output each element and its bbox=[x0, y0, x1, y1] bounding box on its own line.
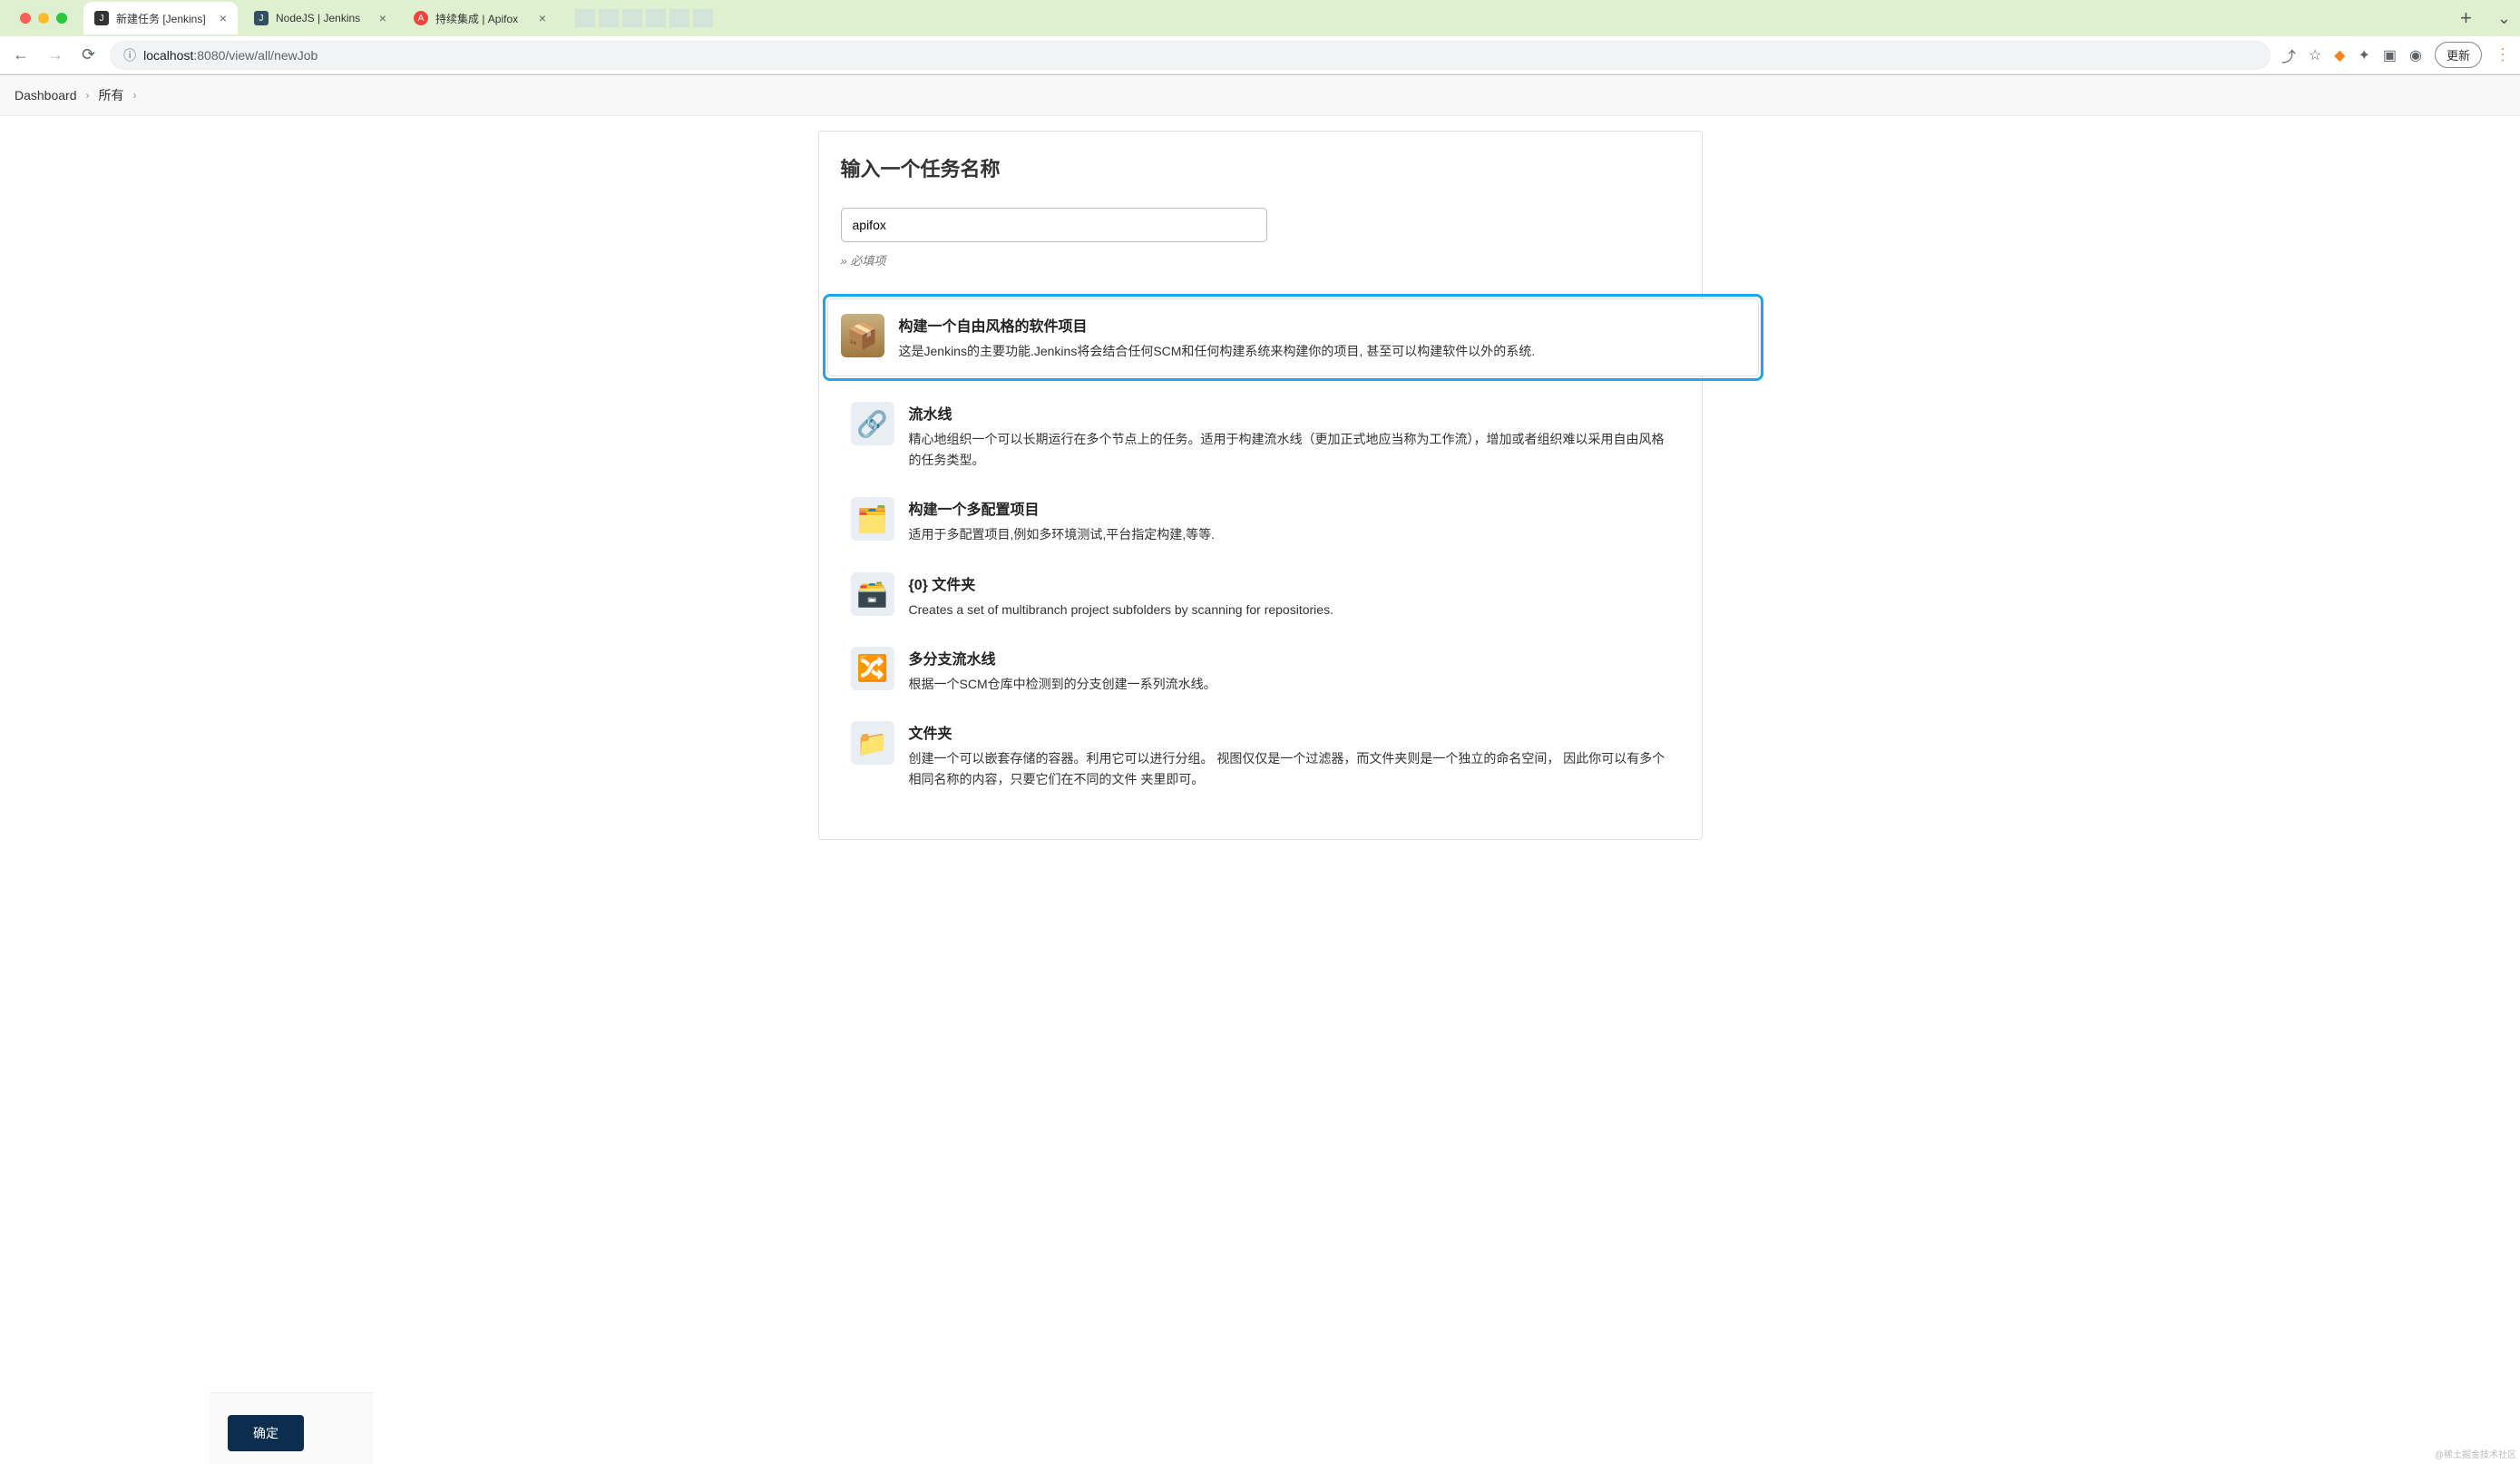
extensions-icon[interactable]: ✦ bbox=[2358, 46, 2369, 64]
watermark: @稀土掘金技术社区 bbox=[2435, 1447, 2516, 1460]
breadcrumb: Dashboard › 所有 › bbox=[0, 75, 2520, 116]
url-text: localhost:8080/view/all/newJob bbox=[143, 48, 317, 63]
side-panel-icon[interactable]: ▣ bbox=[2383, 46, 2397, 64]
forward-button[interactable]: → bbox=[44, 42, 67, 68]
address-bar[interactable]: ⓘ localhost:8080/view/all/newJob bbox=[110, 41, 2271, 70]
pipeline-icon: 🔗 bbox=[851, 402, 894, 445]
close-tab-icon[interactable]: × bbox=[220, 11, 227, 25]
chevron-right-icon: › bbox=[133, 89, 137, 102]
freestyle-icon: 📦 bbox=[841, 314, 884, 357]
share-icon[interactable]: ⤴ bbox=[2281, 44, 2296, 66]
tab-bar: J 新建任务 [Jenkins] × J NodeJS | Jenkins × … bbox=[0, 0, 2520, 36]
item-title: 构建一个多配置项目 bbox=[909, 497, 1670, 519]
update-button[interactable]: 更新 bbox=[2435, 42, 2482, 68]
tab-title: 新建任务 [Jenkins] bbox=[116, 11, 206, 26]
item-type-list: 📦 构建一个自由风格的软件项目 这是Jenkins的主要功能.Jenkins将会… bbox=[841, 294, 1680, 803]
item-type-multibranch[interactable]: 🔀 多分支流水线 根据一个SCM仓库中检测到的分支创建一系列流水线。 bbox=[841, 633, 1680, 708]
item-desc: 根据一个SCM仓库中检测到的分支创建一系列流水线。 bbox=[909, 674, 1670, 694]
tab-title: 持续集成 | Apifox bbox=[435, 11, 518, 26]
item-type-freestyle[interactable]: 📦 构建一个自由风格的软件项目 这是Jenkins的主要功能.Jenkins将会… bbox=[823, 294, 1763, 381]
site-info-icon[interactable]: ⓘ bbox=[123, 46, 136, 64]
item-desc: Creates a set of multibranch project sub… bbox=[909, 600, 1670, 620]
tab-overflow-button[interactable]: ⌄ bbox=[2488, 9, 2520, 28]
nav-bar: ← → ⟳ ⓘ localhost:8080/view/all/newJob ⤴… bbox=[0, 36, 2520, 74]
new-tab-button[interactable]: + bbox=[2453, 6, 2479, 30]
window-controls bbox=[9, 13, 78, 24]
metamask-icon[interactable]: ◆ bbox=[2334, 46, 2345, 64]
minimize-window-button[interactable] bbox=[38, 13, 49, 24]
breadcrumb-all[interactable]: 所有 bbox=[99, 86, 124, 104]
maximize-window-button[interactable] bbox=[56, 13, 67, 24]
browser-tab-active[interactable]: J 新建任务 [Jenkins] × bbox=[83, 2, 238, 34]
item-desc: 这是Jenkins的主要功能.Jenkins将会结合任何SCM和任何构建系统来构… bbox=[899, 341, 1745, 361]
item-title: 流水线 bbox=[909, 402, 1670, 424]
reload-button[interactable]: ⟳ bbox=[78, 42, 99, 68]
browser-tab[interactable]: J NodeJS | Jenkins × bbox=[243, 2, 397, 34]
item-title: 多分支流水线 bbox=[909, 647, 1670, 669]
item-type-org-folder[interactable]: 🗃️ {0} 文件夹 Creates a set of multibranch … bbox=[841, 559, 1680, 633]
item-type-folder[interactable]: 📁 文件夹 创建一个可以嵌套存储的容器。利用它可以进行分组。 视图仅仅是一个过滤… bbox=[841, 708, 1680, 803]
apifox-icon: A bbox=[414, 11, 428, 25]
star-icon[interactable]: ☆ bbox=[2309, 46, 2321, 64]
item-name-input[interactable] bbox=[841, 208, 1267, 242]
item-type-pipeline[interactable]: 🔗 流水线 精心地组织一个可以长期运行在多个节点上的任务。适用于构建流水线（更加… bbox=[841, 388, 1680, 483]
item-title: 构建一个自由风格的软件项目 bbox=[899, 314, 1745, 336]
jenkins-icon: J bbox=[94, 11, 109, 25]
menu-icon[interactable]: ⋮ bbox=[2495, 45, 2511, 64]
profile-icon[interactable]: ◉ bbox=[2409, 46, 2422, 64]
org-folder-icon: 🗃️ bbox=[851, 572, 894, 616]
ok-button[interactable]: 确定 bbox=[228, 1415, 304, 1451]
item-desc: 精心地组织一个可以长期运行在多个节点上的任务。适用于构建流水线（更加正式地应当称… bbox=[909, 429, 1670, 470]
breadcrumb-dashboard[interactable]: Dashboard bbox=[15, 88, 77, 102]
chevron-right-icon: › bbox=[86, 89, 90, 102]
multiconfig-icon: 🗂️ bbox=[851, 497, 894, 541]
sticky-footer: 确定 bbox=[210, 1392, 373, 1464]
page-title: 输入一个任务名称 bbox=[841, 153, 1680, 182]
item-type-multiconfig[interactable]: 🗂️ 构建一个多配置项目 适用于多配置项目,例如多环境测试,平台指定构建,等等. bbox=[841, 483, 1680, 558]
item-desc: 创建一个可以嵌套存储的容器。利用它可以进行分组。 视图仅仅是一个过滤器，而文件夹… bbox=[909, 748, 1670, 789]
redacted-tabs bbox=[575, 9, 713, 27]
close-tab-icon[interactable]: × bbox=[379, 11, 386, 25]
item-title: {0} 文件夹 bbox=[909, 572, 1670, 594]
tab-title: NodeJS | Jenkins bbox=[276, 12, 360, 24]
folder-icon: 📁 bbox=[851, 721, 894, 765]
close-window-button[interactable] bbox=[20, 13, 31, 24]
new-item-panel: 输入一个任务名称 必填项 📦 构建一个自由风格的软件项目 这是Jenkins的主… bbox=[818, 131, 1703, 840]
item-title: 文件夹 bbox=[909, 721, 1670, 743]
browser-tab[interactable]: A 持续集成 | Apifox × bbox=[403, 2, 557, 34]
jenkins-icon: J bbox=[254, 11, 269, 25]
close-tab-icon[interactable]: × bbox=[539, 11, 546, 25]
required-hint: 必填项 bbox=[841, 251, 1680, 268]
multibranch-icon: 🔀 bbox=[851, 647, 894, 690]
item-desc: 适用于多配置项目,例如多环境测试,平台指定构建,等等. bbox=[909, 524, 1670, 544]
back-button[interactable]: ← bbox=[9, 42, 33, 68]
